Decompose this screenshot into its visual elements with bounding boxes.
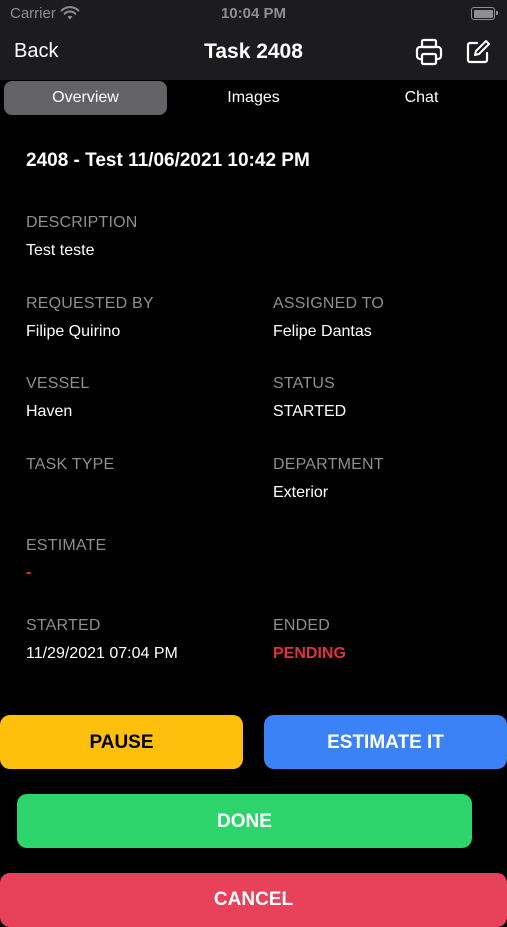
status-value: STARTED <box>273 403 347 420</box>
done-button[interactable]: DONE <box>17 794 472 848</box>
description-label: DESCRIPTION <box>26 214 138 231</box>
requested-by-label: REQUESTED BY <box>26 295 154 312</box>
segmented-tabs: Overview Images Chat <box>0 80 507 120</box>
vessel-value: Haven <box>26 403 73 420</box>
department-label: DEPARTMENT <box>273 456 384 473</box>
ended-label: ENDED <box>273 617 331 634</box>
started-label: STARTED <box>26 617 101 634</box>
started-value: 11/29/2021 07:04 PM <box>26 645 178 662</box>
description-value: Test teste <box>26 242 95 259</box>
clock: 10:04 PM <box>220 5 287 22</box>
cancel-button[interactable]: CANCEL <box>0 873 507 927</box>
tab-images[interactable]: Images <box>172 81 335 115</box>
assigned-to-label: ASSIGNED TO <box>273 295 384 312</box>
vessel-label: VESSEL <box>26 375 90 392</box>
status-label: STATUS <box>273 375 335 392</box>
assigned-to-value: Felipe Dantas <box>273 323 372 340</box>
task-type-label: TASK TYPE <box>26 456 115 473</box>
estimate-it-button[interactable]: ESTIMATE IT <box>264 715 507 769</box>
estimate-value: - <box>26 564 32 581</box>
requested-by-value: Filipe Quirino <box>26 323 121 340</box>
tab-chat[interactable]: Chat <box>340 81 503 115</box>
estimate-label: ESTIMATE <box>26 537 107 554</box>
task-heading: 2408 - Test 11/06/2021 10:42 PM <box>26 150 310 171</box>
status-bar: Carrier 10:04 PM <box>0 0 507 28</box>
tab-overview[interactable]: Overview <box>4 81 167 115</box>
battery-icon <box>471 7 498 20</box>
edit-icon[interactable] <box>464 38 492 66</box>
pause-button[interactable]: PAUSE <box>0 715 243 769</box>
department-value: Exterior <box>273 484 329 501</box>
ended-value: PENDING <box>273 645 346 662</box>
navigation-bar: Back Task 2408 <box>0 28 507 80</box>
printer-icon[interactable] <box>414 37 444 67</box>
